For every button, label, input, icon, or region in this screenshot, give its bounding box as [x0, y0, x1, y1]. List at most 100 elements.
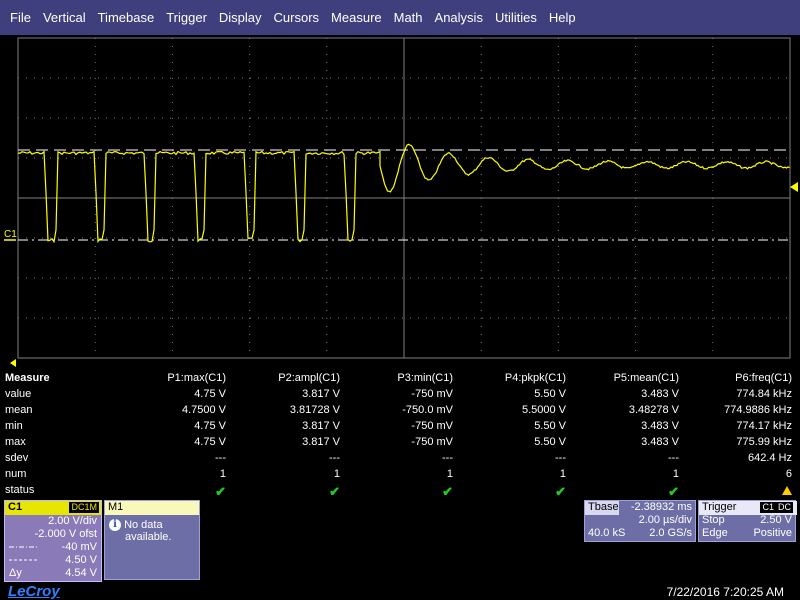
timebase-delay: -2.38932 ms: [630, 501, 692, 513]
no-data-line1: No data: [124, 519, 163, 531]
measure-cell: 5.5000 V: [521, 404, 566, 416]
cursor2-row: 4.50 V: [5, 554, 101, 567]
math-m1-panel[interactable]: M1 i No data available.: [104, 500, 200, 580]
menu-measure[interactable]: Measure: [325, 10, 388, 25]
measure-row-label: min: [5, 420, 23, 432]
measure-column-p4[interactable]: P4:pkpk(C1): [446, 372, 566, 384]
measure-row-max: max 4.75 V 3.817 V -750 mV 5.50 V 3.483 V 775.…: [0, 434, 800, 450]
trigger-level: 2.50 V: [760, 514, 792, 526]
measure-cell: 3.81728 V: [289, 404, 340, 416]
brand-logo[interactable]: LeCroy: [8, 583, 60, 600]
measure-cell: 1: [559, 468, 566, 480]
measure-row-value: value 4.75 V 3.817 V -750 mV 5.50 V 3.483 V 77…: [0, 386, 800, 402]
timebase-rate: 2.0 GS/s: [649, 527, 692, 539]
measure-row-min: min 4.75 V 3.817 V -750 mV 5.50 V 3.483 V 774.…: [0, 418, 800, 434]
measure-cell: 3.483 V: [641, 436, 679, 448]
measure-cell: 775.99 kHz: [736, 436, 792, 448]
trigger-type-row: Edge Positive: [699, 527, 795, 540]
measure-row-mean: mean 4.7500 V 3.81728 V -750.0 mV 5.5000 V 3.…: [0, 402, 800, 418]
measure-cell: 5.50 V: [534, 420, 566, 432]
channel-c1-panel[interactable]: C1 DC1M 2.00 V/div -2.000 V ofst -40 mV …: [4, 500, 102, 582]
measure-table: Measure P1:max(C1) P2:ampl(C1) P3:min(C1…: [0, 370, 800, 499]
measure-cell: ---: [442, 452, 453, 464]
trigger-level-arrow-icon[interactable]: [790, 182, 798, 192]
measure-cell: 4.7500 V: [181, 404, 226, 416]
measure-row-label: value: [5, 388, 32, 400]
math-m1-title: M1: [105, 501, 199, 515]
measure-cell: -750 mV: [411, 436, 453, 448]
timebase-tdiv: 2.00 µs/div: [638, 514, 692, 526]
trigger-position-arrow-icon[interactable]: [10, 359, 16, 367]
measure-cell: 4.75 V: [194, 388, 226, 400]
menu-bar: File Vertical Timebase Trigger Display C…: [0, 0, 800, 35]
measure-cell: -750 mV: [411, 388, 453, 400]
measure-column-p3[interactable]: P3:min(C1): [333, 372, 453, 384]
measure-row-num: num 1 1 1 1 1 6: [0, 466, 800, 482]
math-m1-body: i No data available.: [105, 515, 199, 547]
timebase-samples-row: 40.0 kS 2.0 GS/s: [585, 527, 695, 540]
measure-cell: 4.75 V: [194, 436, 226, 448]
timebase-tdiv-row: 2.00 µs/div: [585, 514, 695, 527]
measure-cell: 642.4 Hz: [747, 452, 792, 464]
date-time: 7/22/2016 7:20:25 AM: [666, 585, 784, 599]
measure-cell: 774.17 kHz: [736, 420, 792, 432]
trigger-slope: Positive: [753, 527, 792, 539]
measure-column-p1[interactable]: P1:max(C1): [106, 372, 226, 384]
measure-cell: 3.817 V: [302, 388, 340, 400]
menu-timebase[interactable]: Timebase: [92, 10, 161, 25]
status-check-icon: ✔: [442, 484, 453, 499]
menu-file[interactable]: File: [4, 10, 37, 25]
menu-cursors[interactable]: Cursors: [268, 10, 326, 25]
vdiv-row: 2.00 V/div: [5, 515, 101, 528]
measure-cell: ---: [329, 452, 340, 464]
menu-display[interactable]: Display: [213, 10, 268, 25]
delta-row: Δy 4.54 V: [5, 567, 101, 580]
cursor2-value: 4.50 V: [65, 554, 97, 566]
measure-cell: 1: [446, 468, 453, 480]
measure-row-label: mean: [5, 404, 33, 416]
timebase-panel[interactable]: Tbase -2.38932 ms 2.00 µs/div 40.0 kS 2.…: [584, 500, 696, 542]
measure-row-label: max: [5, 436, 26, 448]
trigger-coupling-tag: DC: [776, 502, 793, 513]
measure-row-label: status: [5, 484, 35, 496]
cursor1-row: -40 mV: [5, 541, 101, 554]
measure-cell: 3.483 V: [641, 420, 679, 432]
menu-trigger[interactable]: Trigger: [160, 10, 213, 25]
measure-column-p6[interactable]: P6:freq(C1): [672, 372, 792, 384]
menu-math[interactable]: Math: [388, 10, 429, 25]
status-check-icon: ✔: [215, 484, 226, 499]
coupling-badge: DC1M: [69, 502, 99, 513]
channel-c1-title: C1: [8, 501, 23, 513]
trigger-mode-row: Stop 2.50 V: [699, 514, 795, 527]
trigger-panel[interactable]: Trigger C1 DC Stop 2.50 V Edge Positive: [698, 500, 797, 542]
menu-vertical[interactable]: Vertical: [37, 10, 92, 25]
measure-column-p2[interactable]: P2:ampl(C1): [220, 372, 340, 384]
menu-help[interactable]: Help: [543, 10, 582, 25]
measure-cell: -750.0 mV: [402, 404, 453, 416]
measure-cell: 3.817 V: [302, 436, 340, 448]
vdiv-value: 2.00 V/div: [48, 515, 97, 527]
measure-cell: ---: [668, 452, 679, 464]
trigger-source-tag: C1: [760, 502, 776, 513]
measure-cell: ---: [215, 452, 226, 464]
info-icon: i: [109, 519, 121, 531]
waveform-display[interactable]: C1: [0, 35, 800, 370]
measure-row-label: num: [5, 468, 27, 480]
measure-header-row: Measure P1:max(C1) P2:ampl(C1) P3:min(C1…: [0, 370, 800, 386]
measure-cell: -750 mV: [411, 420, 453, 432]
menu-utilities[interactable]: Utilities: [489, 10, 543, 25]
measure-cell: 4.75 V: [194, 420, 226, 432]
menu-analysis[interactable]: Analysis: [429, 10, 489, 25]
measure-cell: ---: [555, 452, 566, 464]
graticule: [17, 37, 791, 359]
measure-cell: 1: [672, 468, 679, 480]
trigger-type: Edge: [702, 527, 728, 539]
measure-cell: 774.84 kHz: [736, 388, 792, 400]
measure-cell: 6: [785, 468, 792, 480]
timebase-header-row: Tbase -2.38932 ms: [585, 501, 695, 515]
measure-row-label: sdev: [5, 452, 29, 464]
measure-column-p5[interactable]: P5:mean(C1): [559, 372, 679, 384]
measure-cell: 3.48278 V: [628, 404, 679, 416]
measure-cell: 3.817 V: [302, 420, 340, 432]
waveform-svg: C1: [4, 37, 798, 367]
